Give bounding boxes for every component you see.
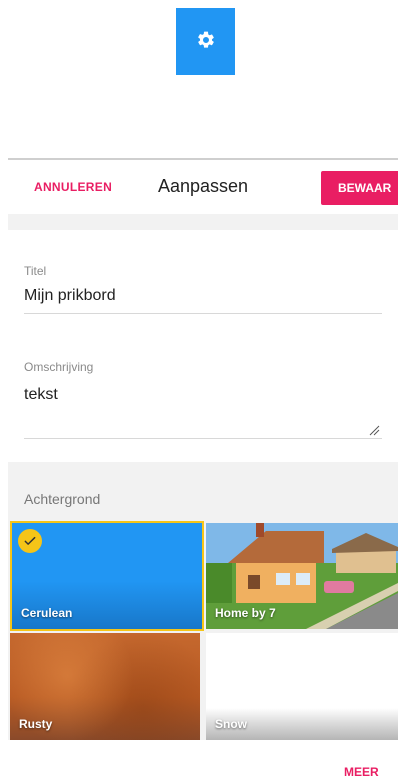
resize-handle-icon[interactable] (368, 424, 380, 436)
description-field-label: Omschrijving (24, 360, 94, 374)
check-icon (18, 529, 42, 553)
save-button[interactable]: BEWAAR (321, 171, 398, 205)
cancel-button[interactable]: ANNULEREN (34, 180, 112, 194)
title-input[interactable]: Mijn prikbord (24, 287, 116, 305)
tile-label: Cerulean (21, 606, 73, 620)
tile-label: Home by 7 (215, 606, 276, 620)
background-label: Achtergrond (24, 491, 101, 507)
header-divider-band (8, 214, 398, 230)
tile-label: Snow (215, 717, 247, 731)
background-tile-home-by-7[interactable]: Home by 7 (206, 523, 398, 629)
description-textarea[interactable]: tekst (24, 386, 58, 404)
dialog-header: ANNULEREN Aanpassen BEWAAR (8, 158, 398, 216)
background-tile-rusty[interactable]: Rusty (10, 633, 200, 740)
description-underline (24, 438, 382, 439)
background-section: Achtergrond Cerulean Home by 7 Rusty Sno… (8, 462, 398, 740)
more-button[interactable]: MEER (344, 765, 379, 779)
title-input-underline (24, 313, 382, 314)
background-tile-cerulean[interactable]: Cerulean (10, 521, 204, 631)
title-field-label: Titel (24, 264, 47, 278)
tile-label: Rusty (19, 717, 53, 731)
gear-icon (196, 30, 216, 53)
dialog-title: Aanpassen (158, 176, 249, 196)
background-tile-snow[interactable]: Snow (206, 633, 398, 740)
settings-button[interactable] (176, 8, 235, 75)
